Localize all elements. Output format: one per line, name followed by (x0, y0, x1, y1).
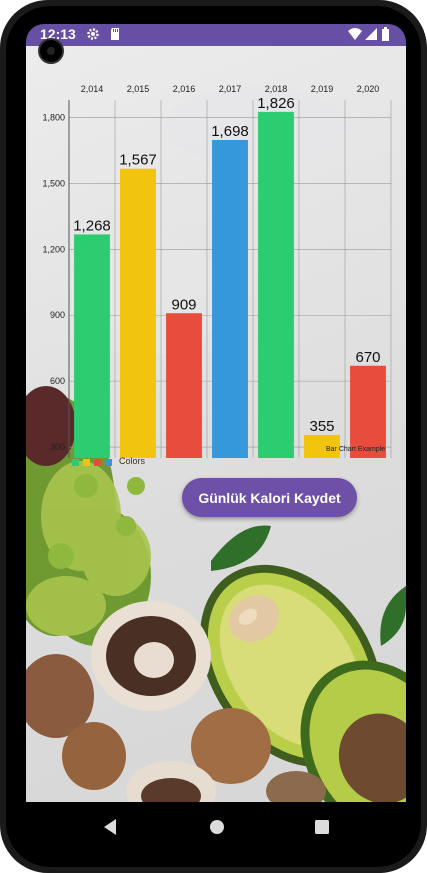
recents-icon[interactable] (314, 818, 330, 836)
status-bar: 12:13 (26, 24, 406, 46)
chart-description: Bar Chart Example (326, 446, 386, 453)
y-tick-label: 900 (50, 310, 65, 320)
bar (120, 168, 156, 458)
app-screen: 300 600 900 1,200 1,500 1,800 2,014 2,015 2,016 2… (26, 46, 406, 802)
y-tick-label: 1,200 (42, 244, 65, 254)
bar-value-label: 1,826 (257, 95, 295, 112)
bar-value-label: 670 (355, 349, 380, 366)
x-tick-label: 2,016 (173, 84, 196, 94)
bar-chart: 300 600 900 1,200 1,500 1,800 2,014 2,015 2,016 2… (42, 84, 392, 459)
legend-swatch-red (94, 459, 101, 466)
back-icon[interactable] (102, 818, 118, 836)
x-tick-label: 2,015 (127, 84, 150, 94)
signal-icon (365, 28, 377, 40)
wifi-icon (348, 28, 362, 40)
bar (350, 365, 386, 458)
gear-icon (87, 28, 99, 40)
bar-value-label: 1,567 (119, 152, 157, 169)
phone-frame: 12:13 300 600 900 1,200 1,500 1,800 2,01… (0, 0, 427, 873)
legend-swatch-blue (105, 459, 112, 466)
bar (74, 234, 110, 458)
y-tick-label: 300 (50, 442, 65, 452)
y-tick-label: 1,500 (42, 178, 65, 188)
bar (212, 139, 248, 458)
legend-label: Colors (119, 456, 146, 466)
x-tick-label: 2,017 (219, 84, 242, 94)
legend-swatch-green (72, 459, 79, 466)
navigation-bar (26, 802, 406, 852)
home-icon[interactable] (209, 818, 225, 836)
bar-value-label: 1,698 (211, 123, 249, 140)
battery-icon (382, 27, 389, 41)
front-camera (38, 38, 64, 64)
bar (258, 111, 294, 459)
bar-value-label: 909 (171, 296, 196, 313)
y-tick-label: 1,800 (42, 113, 65, 123)
bar-value-label: 355 (309, 418, 334, 435)
x-tick-label: 2,018 (265, 84, 288, 94)
x-tick-label: 2,020 (357, 84, 380, 94)
x-tick-label: 2,014 (81, 84, 104, 94)
bar (166, 313, 202, 458)
y-tick-label: 600 (50, 376, 65, 386)
save-daily-calories-button[interactable]: Günlük Kalori Kaydet (182, 478, 357, 517)
sd-card-icon (111, 28, 119, 40)
x-tick-label: 2,019 (311, 84, 334, 94)
legend-swatch-yellow (83, 459, 90, 466)
bar-value-label: 1,268 (73, 217, 111, 234)
